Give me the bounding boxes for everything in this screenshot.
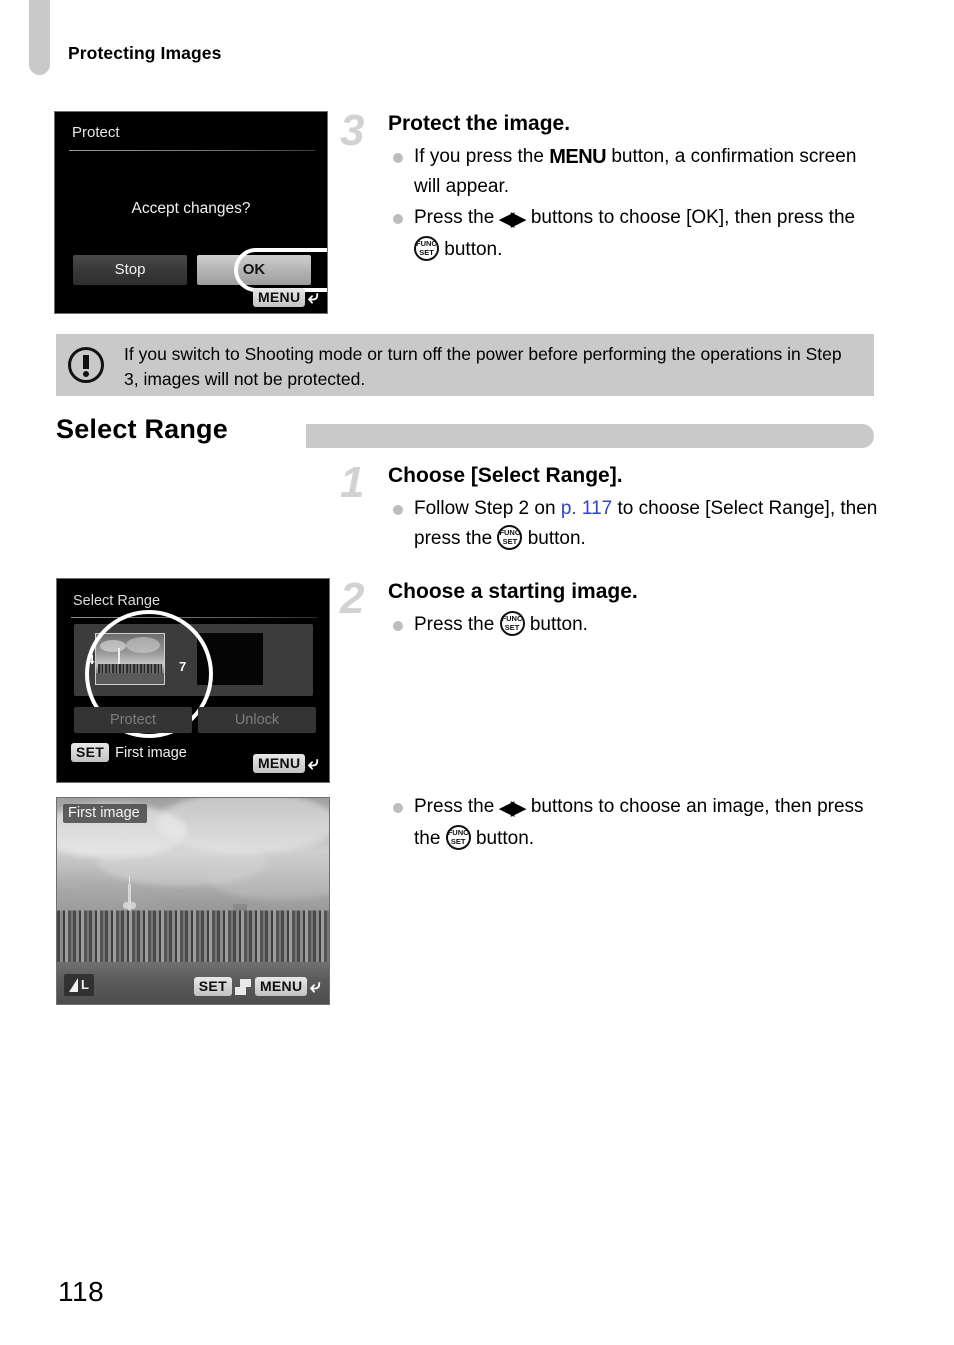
bullet: Press the ◀▶ buttons to choose [OK], the… — [388, 203, 880, 265]
trailing-bullet-block: Press the ◀▶ buttons to choose an image,… — [340, 788, 880, 855]
step-3-bullets: If you press the MENU button, a confirma… — [388, 142, 880, 265]
set-chip[interactable]: SET — [71, 743, 110, 762]
step-1-bullets: Follow Step 2 on p. 117 to choose [Selec… — [388, 494, 880, 554]
bullet: Press the FUNC. SET button. — [388, 610, 880, 640]
exclamation-icon — [68, 347, 104, 383]
step-3-block: 3 Protect the image. If you press the ME… — [340, 106, 880, 266]
stop-button[interactable]: Stop — [73, 255, 187, 285]
chapter-edge-tab — [29, 0, 50, 75]
screen-title-divider — [71, 617, 317, 618]
step-3-title: Protect the image. — [388, 112, 571, 135]
screen-title: Protect — [72, 124, 120, 141]
return-arrow-icon: ⤷ — [308, 287, 319, 308]
step-2-number: 2 — [340, 574, 365, 623]
bullet: Press the ◀▶ buttons to choose an image,… — [388, 792, 880, 854]
photo-label: First image — [63, 804, 147, 823]
menu-chip[interactable]: MENU — [252, 288, 306, 307]
left-right-buttons-icon: ◀▶ — [499, 798, 526, 819]
screen-question-text: Accept changes? — [131, 200, 251, 217]
return-arrow-icon: ⤷ — [310, 976, 321, 997]
left-right-buttons-icon: ◀▶ — [499, 209, 526, 230]
range-footer-left: SET First image — [71, 743, 187, 762]
ok-button-highlight-annotation — [234, 248, 327, 292]
caution-note-text: If you switch to Shooting mode or turn o… — [124, 344, 842, 389]
step-1-number: 1 — [340, 458, 365, 507]
step-1-title: Choose [Select Range]. — [388, 464, 623, 487]
camera-screen-first-image: First image L SET MENU ⤷ — [56, 797, 330, 1005]
menu-hint-group: MENU ⤷ — [252, 753, 319, 774]
func-set-button-icon: FUNC. SET — [499, 611, 525, 636]
set-chip[interactable]: SET — [193, 977, 232, 996]
step-2-block: 2 Choose a starting image. Press the FUN… — [340, 574, 880, 641]
section-heading: Select Range — [56, 412, 874, 454]
image-quality-label: L — [81, 977, 89, 992]
step-1-block: 1 Choose [Select Range]. Follow Step 2 o… — [340, 458, 880, 555]
caution-note-box: If you switch to Shooting mode or turn o… — [56, 334, 874, 396]
step-3-number: 3 — [340, 106, 365, 155]
bullet: Follow Step 2 on p. 117 to choose [Selec… — [388, 494, 880, 554]
camera-screen-protect-confirm: Protect Accept changes? Stop OK MENU ⤷ — [54, 111, 328, 314]
first-image-hint-group: SET MENU ⤷ — [193, 976, 321, 997]
bullet: If you press the MENU button, a confirma… — [388, 142, 880, 202]
screen-title-divider — [69, 150, 315, 151]
menu-button-icon: MENU — [549, 146, 607, 168]
section-rule-bar — [306, 424, 874, 448]
step-2-bullets: Press the FUNC. SET button. — [388, 610, 880, 640]
image-select-icon — [234, 978, 252, 995]
return-arrow-icon: ⤷ — [308, 753, 319, 774]
trailing-bullets: Press the ◀▶ buttons to choose an image,… — [388, 792, 880, 854]
unlock-button[interactable]: Unlock — [198, 707, 316, 733]
screen-title: Select Range — [73, 593, 161, 609]
page-reference-link[interactable]: p. 117 — [561, 498, 612, 519]
page-number: 118 — [58, 1276, 105, 1307]
image-quality-badge: L — [64, 974, 94, 996]
menu-chip[interactable]: MENU — [254, 977, 308, 996]
menu-chip[interactable]: MENU — [252, 754, 306, 773]
protect-button[interactable]: Protect — [74, 707, 192, 733]
section-title: Select Range — [56, 414, 228, 444]
step-2-title: Choose a starting image. — [388, 580, 638, 603]
func-set-button-icon: FUNC. SET — [414, 236, 439, 261]
running-header: Protecting Images — [68, 43, 222, 63]
range-footer-label: First image — [115, 744, 187, 761]
menu-hint-group: MENU ⤷ — [252, 287, 319, 308]
photo-cityscape — [57, 798, 329, 1004]
camera-screen-select-range: Select Range 4 7 Protect Unlock SET Firs… — [56, 578, 330, 783]
func-set-button-icon: FUNC. SET — [445, 825, 471, 850]
func-set-button-icon: FUNC. SET — [497, 525, 523, 550]
